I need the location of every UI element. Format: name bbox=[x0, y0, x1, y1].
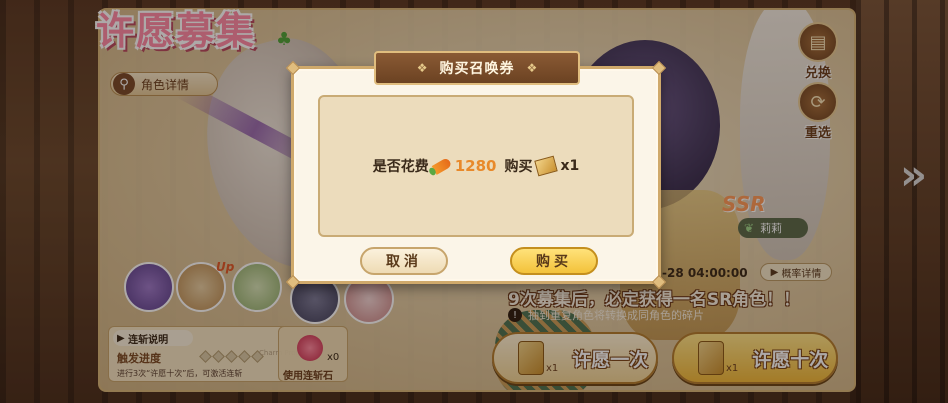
buy-button[interactable]: 购买 bbox=[510, 247, 598, 275]
dialog-body: 是否花费 1280 购买 x1 bbox=[318, 95, 634, 237]
confirm-mid: 购买 bbox=[504, 159, 533, 175]
dialog-title: 购买召唤券 bbox=[439, 61, 515, 77]
buy-ticket-dialog: ❖ 购买召唤券 ❖ 是否花费 1280 购买 x1 取消 购买 bbox=[285, 51, 667, 290]
summon-ticket-icon bbox=[534, 155, 559, 177]
ornament-icon: ❖ bbox=[416, 61, 428, 75]
carrot-currency-icon bbox=[431, 157, 453, 175]
price-value: 1280 bbox=[454, 157, 497, 175]
cancel-button[interactable]: 取消 bbox=[360, 247, 448, 275]
quantity-value: x1 bbox=[560, 158, 580, 174]
dialog-header: ❖ 购买召唤券 ❖ bbox=[374, 51, 580, 85]
confirm-message: 是否花费 1280 购买 x1 bbox=[372, 155, 580, 177]
confirm-prefix: 是否花费 bbox=[372, 159, 429, 175]
ornament-icon: ❖ bbox=[526, 61, 538, 75]
